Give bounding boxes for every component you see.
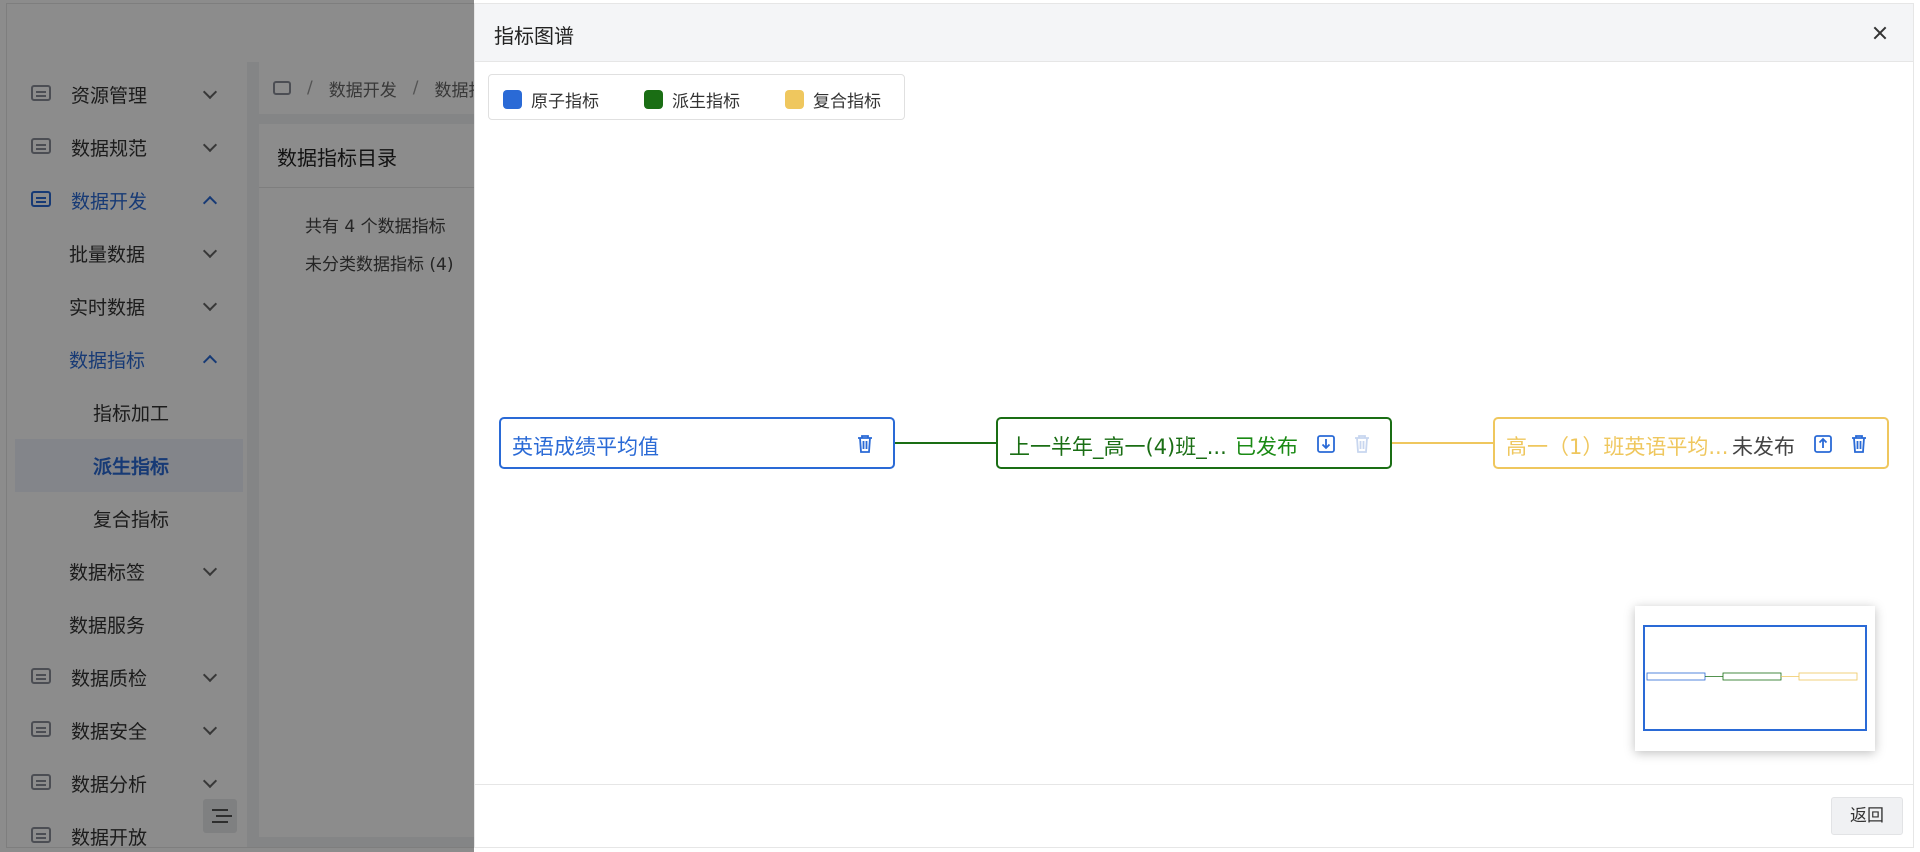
modal-mask[interactable] (0, 0, 474, 852)
legend-item-composite: 复合指标 (785, 87, 881, 112)
legend-swatch (503, 90, 522, 109)
legend-swatch (644, 90, 663, 109)
graph-node-derived[interactable]: 上一半年_高一(4)班_... 已发布 (996, 417, 1392, 469)
trash-icon (1352, 433, 1372, 455)
drawer-footer: 返回 (475, 784, 1913, 847)
graph-edge (895, 442, 998, 444)
legend: 原子指标 派生指标 复合指标 (488, 74, 905, 120)
graph-minimap[interactable] (1635, 606, 1875, 751)
trash-icon[interactable] (1849, 433, 1869, 455)
trash-icon[interactable] (855, 433, 875, 455)
legend-label: 原子指标 (531, 92, 599, 112)
minimap-preview (1646, 672, 1858, 681)
metric-graph-drawer: 指标图谱 原子指标 派生指标 复合指标 英语成绩平均值 上一半年_高一(4)班_… (474, 3, 1914, 848)
graph-node-composite[interactable]: 高一（1）班英语平均... 未发布 (1493, 417, 1889, 469)
upload-icon[interactable] (1813, 433, 1833, 455)
legend-item-atomic: 原子指标 (503, 87, 599, 112)
back-button[interactable]: 返回 (1831, 797, 1903, 835)
minimap-viewport[interactable] (1643, 625, 1867, 731)
graph-edge (1392, 442, 1495, 444)
drawer-title: 指标图谱 (494, 24, 574, 48)
legend-item-derived: 派生指标 (644, 87, 740, 112)
legend-swatch (785, 90, 804, 109)
legend-label: 复合指标 (813, 92, 881, 112)
close-icon[interactable] (1869, 22, 1891, 44)
node-label: 上一半年_高一(4)班_... (1009, 435, 1227, 459)
status-badge: 未发布 (1732, 435, 1795, 459)
node-label: 高一（1）班英语平均... (1506, 435, 1729, 459)
graph-node-atomic[interactable]: 英语成绩平均值 (499, 417, 895, 469)
drawer-header: 指标图谱 (475, 4, 1913, 62)
status-badge: 已发布 (1235, 435, 1298, 459)
download-icon[interactable] (1316, 433, 1336, 455)
node-label: 英语成绩平均值 (512, 435, 659, 459)
legend-label: 派生指标 (672, 92, 740, 112)
